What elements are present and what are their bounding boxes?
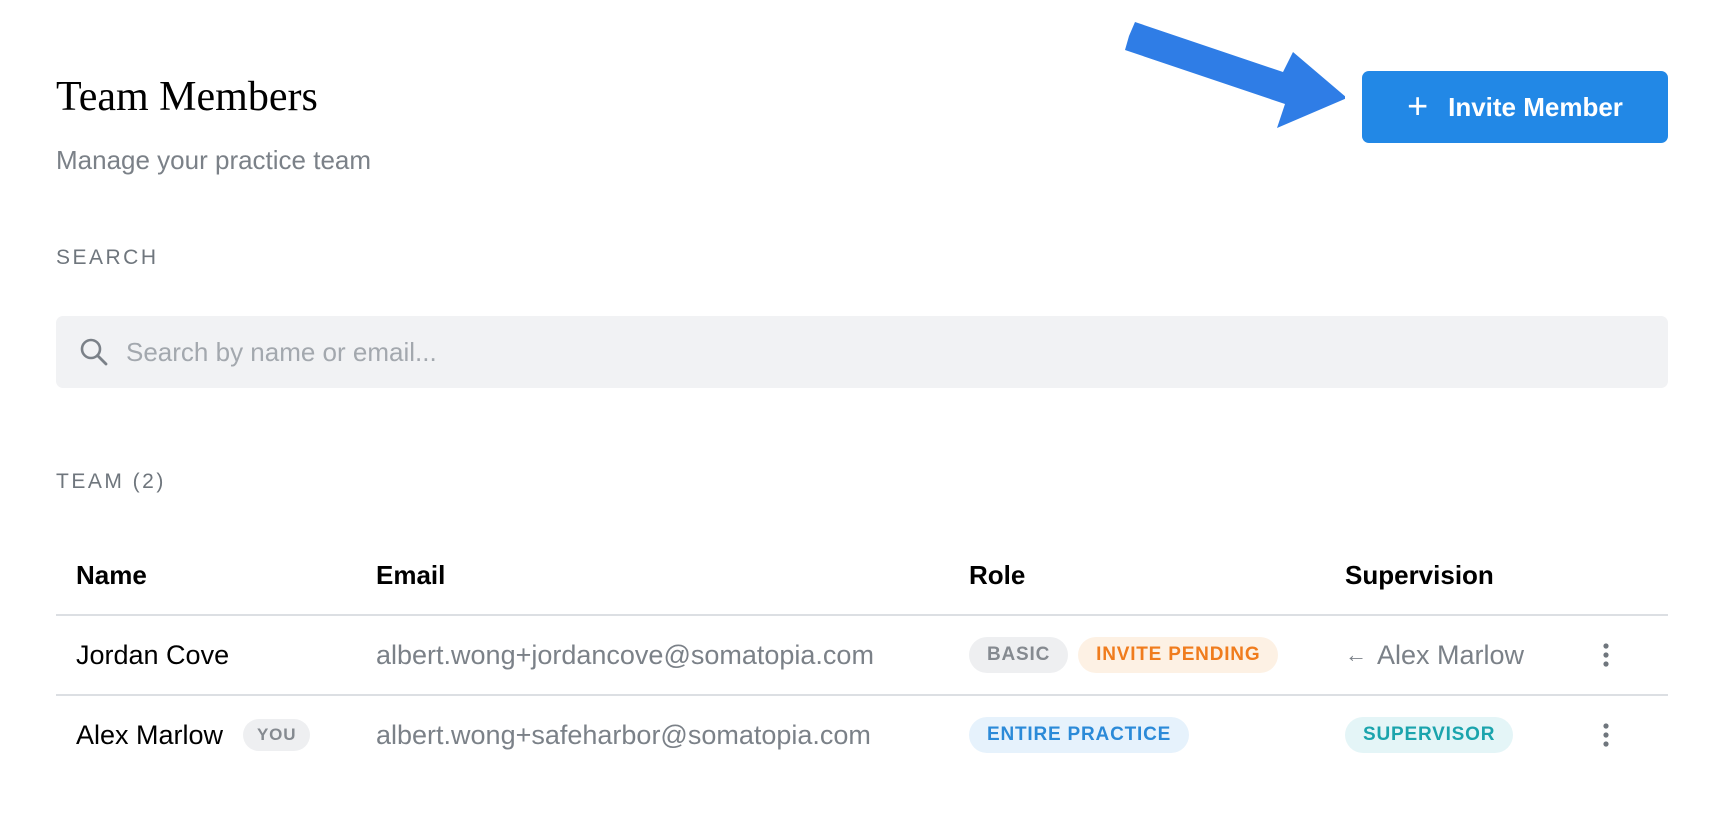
search-box[interactable] — [56, 316, 1668, 388]
member-email: albert.wong+safeharbor@somatopia.com — [376, 719, 871, 750]
column-header-email: Email — [376, 560, 446, 590]
member-name-cell: Jordan Cove — [76, 616, 229, 694]
invite-member-button[interactable]: + Invite Member — [1362, 71, 1668, 143]
column-header-name: Name — [76, 560, 147, 590]
member-name: Alex Marlow — [76, 719, 224, 750]
member-email-cell: albert.wong+safeharbor@somatopia.com — [376, 696, 871, 774]
row-menu-icon[interactable] — [1596, 616, 1616, 694]
role-badge-entire-practice: ENTIRE PRACTICE — [969, 716, 1190, 754]
row-menu-icon[interactable] — [1596, 696, 1616, 774]
invite-pending-badge: INVITE PENDING — [1078, 636, 1279, 674]
member-name: Jordan Cove — [76, 639, 230, 670]
member-role-cell: ENTIRE PRACTICE — [969, 696, 1190, 774]
team-table: Name Email Role Supervision Jordan Cove … — [56, 548, 1668, 774]
team-members-page: Team Members Manage your practice team +… — [0, 0, 1712, 822]
member-name-cell: Alex Marlow YOU — [76, 696, 311, 774]
column-header-role: Role — [969, 560, 1026, 590]
table-row[interactable]: Jordan Cove albert.wong+jordancove@somat… — [56, 616, 1668, 696]
column-header-supervision: Supervision — [1345, 560, 1494, 590]
search-section-label: SEARCH — [56, 246, 159, 269]
plus-icon: + — [1407, 84, 1429, 126]
supervisor-name: Alex Marlow — [1377, 639, 1525, 670]
supervisor-badge: SUPERVISOR — [1345, 716, 1514, 754]
search-icon — [78, 336, 110, 368]
left-arrow-icon: ← — [1345, 642, 1367, 667]
invite-member-label: Invite Member — [1448, 91, 1623, 122]
role-badge-basic: BASIC — [969, 636, 1069, 674]
page-title: Team Members — [56, 74, 318, 120]
page-subtitle: Manage your practice team — [56, 145, 372, 175]
member-supervision-cell: SUPERVISOR — [1345, 696, 1514, 774]
table-row[interactable]: Alex Marlow YOU albert.wong+safeharbor@s… — [56, 696, 1668, 774]
member-email-cell: albert.wong+jordancove@somatopia.com — [376, 616, 874, 694]
member-role-cell: BASIC INVITE PENDING — [969, 616, 1279, 694]
annotation-arrow-icon — [1125, 22, 1345, 128]
member-email: albert.wong+jordancove@somatopia.com — [376, 639, 874, 670]
team-section-label: TEAM (2) — [56, 470, 166, 493]
search-input[interactable] — [126, 316, 1668, 388]
table-header: Name Email Role Supervision — [56, 548, 1668, 616]
member-supervision-cell: ← Alex Marlow — [1345, 616, 1524, 694]
you-badge: YOU — [243, 718, 311, 752]
